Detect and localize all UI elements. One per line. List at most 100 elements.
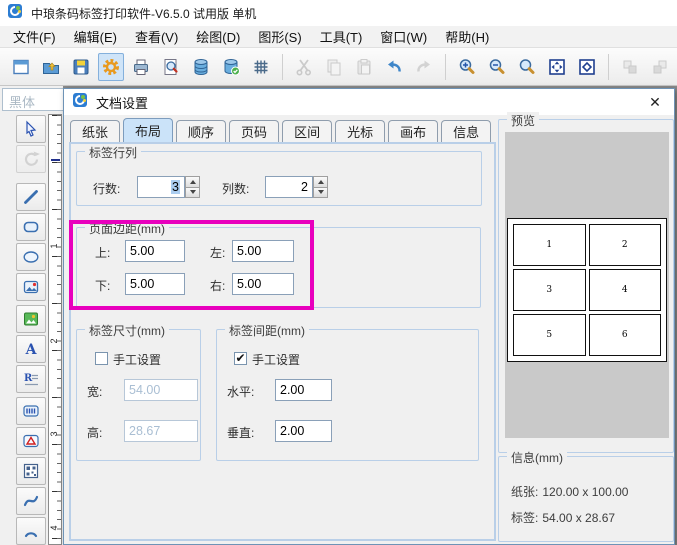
open-file-button[interactable] [38, 53, 64, 81]
rotate-tool-button [16, 145, 46, 173]
label-height-label: 高: [87, 426, 103, 440]
paper-size-value: 120.00 x 100.00 [542, 485, 629, 499]
fit-page-icon [549, 58, 565, 75]
margin-top-input[interactable]: 5.00 [125, 240, 185, 262]
new-document-button[interactable] [8, 53, 34, 81]
tab-layout[interactable]: 布局 [123, 118, 174, 142]
preview-label-cell: 3 [513, 269, 586, 311]
rows-label: 行数: [93, 182, 121, 196]
menu-shapes[interactable]: 图形(S) [249, 25, 310, 48]
text-tool-icon: A [25, 342, 38, 358]
undo-button[interactable] [381, 53, 407, 81]
layout-tab-panel: 标签行列 行数: 3 列数: 2 页面边距(mm) 上: 5.00 左: 5.0… [69, 142, 496, 541]
rounded-rect-icon [23, 221, 39, 233]
database-connect-button[interactable] [188, 53, 214, 81]
select-tool-button[interactable] [16, 115, 46, 143]
margin-bottom-input[interactable]: 5.00 [125, 273, 185, 295]
preview-canvas: 1 2 3 4 5 6 [505, 132, 669, 438]
cols-input[interactable]: 2 [265, 176, 313, 198]
manual-size-label: 手工设置 [113, 353, 162, 367]
svg-text:R: R [24, 373, 33, 384]
gap-vertical-label: 垂直: [227, 426, 255, 440]
tab-cursor[interactable]: 光标 [335, 120, 386, 142]
richtext-tool-button[interactable]: R [16, 365, 46, 393]
send-backward-icon [653, 60, 667, 73]
qrcode-tool-button[interactable] [16, 457, 46, 485]
label-width-value: 54.00 [129, 383, 161, 397]
tab-order[interactable]: 顺序 [176, 120, 227, 142]
arc-tool-button[interactable] [16, 517, 46, 545]
picture-tool-button[interactable] [16, 305, 46, 333]
bring-forward-button [617, 53, 643, 81]
bring-forward-icon [623, 60, 637, 73]
image-tool-button[interactable] [16, 273, 46, 301]
menu-tools[interactable]: 工具(T) [311, 25, 372, 48]
label-size-label: 标签: [511, 511, 539, 525]
label-size-group-title: 标签尺寸(mm) [85, 322, 169, 339]
menu-edit[interactable]: 编辑(E) [65, 25, 126, 48]
tab-paper[interactable]: 纸张 [70, 120, 121, 142]
gap-horizontal-input[interactable]: 2.00 [275, 379, 332, 401]
font-family-value: 黑体 [9, 95, 36, 110]
gap-horizontal-label: 水平: [227, 385, 255, 399]
margin-top-value: 5.00 [130, 244, 155, 258]
document-settings-button[interactable] [98, 52, 125, 81]
manual-gap-checkbox[interactable]: ✔ [234, 352, 247, 365]
save-button[interactable] [68, 53, 94, 81]
text-tool-button[interactable]: A [16, 335, 46, 363]
toolbar-separator [608, 53, 610, 80]
preview-label-cell: 5 [513, 314, 586, 356]
menu-help[interactable]: 帮助(H) [436, 25, 498, 48]
tab-range[interactable]: 区间 [282, 120, 333, 142]
menu-file[interactable]: 文件(F) [4, 25, 65, 48]
rows-stepper [185, 176, 200, 198]
ellipse-icon [23, 251, 39, 263]
close-icon[interactable]: ✕ [646, 93, 664, 111]
gap-vertical-input[interactable]: 2.00 [275, 420, 332, 442]
database-import-button[interactable] [218, 53, 244, 81]
print-button[interactable] [128, 53, 154, 81]
rows-input[interactable]: 3 [137, 176, 185, 198]
vertical-ruler: 1 2 3 4 [48, 114, 62, 545]
ellipse-tool-button[interactable] [16, 243, 46, 271]
gap-horizontal-value: 2.00 [280, 383, 305, 397]
shape-tool-button[interactable] [16, 427, 46, 455]
line-tool-button[interactable] [16, 183, 46, 211]
margin-bottom-label: 下: [95, 279, 111, 293]
spinner-down-icon[interactable] [313, 187, 328, 198]
info-group: 信息(mm) 纸张: 120.00 x 100.00 标签: 54.00 x 28.… [498, 449, 674, 542]
zoom-in-button[interactable] [454, 53, 480, 81]
grid-toggle-button[interactable] [248, 53, 274, 81]
gear-icon [103, 58, 120, 75]
settings-tabs: 纸张 布局 顺序 页码 区间 光标 画布 信息 [70, 118, 492, 142]
margin-right-label: 右: [210, 279, 226, 293]
curve-tool-button[interactable] [16, 487, 46, 515]
spinner-up-icon[interactable] [185, 176, 200, 188]
checkbox-checkmark: ✔ [235, 350, 246, 365]
label-height-value: 28.67 [129, 424, 161, 438]
margin-left-input[interactable]: 5.00 [232, 240, 294, 262]
scissors-icon [296, 58, 312, 76]
tab-page-number[interactable]: 页码 [229, 120, 280, 142]
margin-right-input[interactable]: 5.00 [232, 273, 294, 295]
print-icon [134, 59, 149, 75]
zoom-out-button[interactable] [484, 53, 510, 81]
tab-info[interactable]: 信息 [441, 120, 492, 142]
menu-window[interactable]: 窗口(W) [371, 25, 436, 48]
label-size-value: 54.00 x 28.67 [542, 511, 616, 525]
spinner-down-icon[interactable] [185, 187, 200, 198]
menu-draw[interactable]: 绘图(D) [187, 25, 249, 48]
redo-arrow-icon [417, 60, 431, 72]
barcode-tool-button[interactable] [16, 397, 46, 425]
paper-size-info: 纸张: 120.00 x 100.00 [511, 483, 628, 500]
zoom-tool-button[interactable] [514, 53, 540, 81]
rounded-rect-tool-button[interactable] [16, 213, 46, 241]
print-preview-button[interactable] [158, 53, 184, 81]
menu-view[interactable]: 查看(V) [126, 25, 187, 48]
fit-selection-button[interactable] [574, 53, 600, 81]
tab-canvas[interactable]: 画布 [388, 120, 439, 142]
fit-page-button[interactable] [544, 53, 570, 81]
spinner-up-icon[interactable] [313, 176, 328, 188]
qrcode-icon [23, 463, 39, 479]
manual-size-checkbox[interactable] [95, 352, 108, 365]
